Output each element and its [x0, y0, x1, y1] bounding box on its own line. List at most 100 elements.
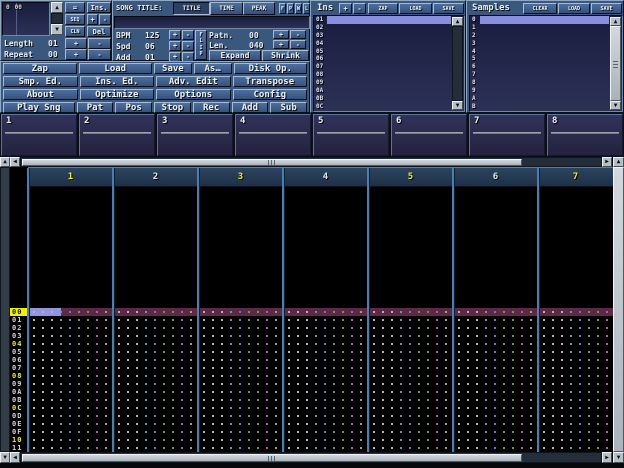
order-position[interactable]: 0	[6, 5, 10, 11]
sample-row-name-cell[interactable]	[480, 55, 609, 63]
sample-row[interactable]: 2	[470, 32, 622, 40]
channel-header-6[interactable]: 6	[453, 167, 538, 187]
length-minus-button[interactable]: -	[88, 38, 111, 49]
shrink-button[interactable]: Shrink	[262, 50, 309, 61]
sample-row[interactable]: 7	[470, 71, 622, 79]
menu-button-optimize[interactable]: Optimize	[80, 89, 155, 100]
menu-button-sub[interactable]: Sub	[270, 102, 307, 113]
sample-row[interactable]: 4	[470, 48, 622, 56]
menu-button-stop[interactable]: Stop	[154, 102, 191, 113]
menu-button-adv-edit[interactable]: Adv. Edit	[156, 76, 231, 87]
menu-button-zap[interactable]: Zap	[3, 63, 77, 74]
instrument-row[interactable]: 07	[314, 63, 464, 71]
menu-button-load[interactable]: Load	[79, 63, 153, 74]
channel-header-7[interactable]: 7	[538, 167, 613, 187]
sample-row-name-cell[interactable]	[480, 79, 609, 87]
instrument-row[interactable]: 03	[314, 32, 464, 40]
samples-scroll-down-icon[interactable]: ▼	[610, 101, 621, 110]
instrument-row-name-cell[interactable]	[327, 55, 451, 63]
spd-minus-button[interactable]: -	[182, 41, 194, 51]
ins-scrollbar-track[interactable]	[452, 26, 463, 101]
length-plus-button[interactable]: +	[65, 38, 87, 49]
instrument-row-name-cell[interactable]	[327, 103, 451, 111]
instrument-row[interactable]: 0B	[314, 95, 464, 103]
sample-row-name-cell[interactable]	[480, 48, 609, 56]
menu-button-pat[interactable]: Pat	[77, 102, 114, 113]
order-scrollbar-track[interactable]	[51, 13, 63, 24]
expand-button[interactable]: Expand	[209, 50, 261, 61]
channel-header-4[interactable]: 4	[283, 167, 368, 187]
sample-row[interactable]: 9	[470, 87, 622, 95]
instrument-row[interactable]: 02	[314, 24, 464, 32]
instrument-slot-4[interactable]: 4	[235, 114, 311, 156]
instrument-slot-6[interactable]: 6	[391, 114, 467, 156]
order-list[interactable]: 0 00	[2, 2, 50, 36]
instrument-row-name-cell[interactable]	[327, 71, 451, 79]
len-plus-button[interactable]: +	[273, 40, 289, 49]
instrument-row[interactable]: 09	[314, 79, 464, 87]
instrument-row-name-cell[interactable]	[327, 32, 451, 40]
ins-scroll-down-icon[interactable]: ▼	[452, 101, 463, 110]
sample-row-name-cell[interactable]	[480, 16, 609, 24]
ins-minus-button[interactable]: -	[353, 3, 366, 14]
order-pattern[interactable]: 00	[15, 5, 22, 11]
channel-header-1[interactable]: 1	[28, 167, 113, 187]
menu-button-as[interactable]: As…	[194, 63, 232, 74]
instrument-slot-2[interactable]: 2	[79, 114, 155, 156]
sample-row-name-cell[interactable]	[480, 103, 609, 111]
menu-button-pos[interactable]: Pos	[115, 102, 152, 113]
instrument-slot-8[interactable]: 8	[547, 114, 623, 156]
sample-row[interactable]: 6	[470, 63, 622, 71]
slots-scroll-left-icon[interactable]: ◀	[10, 157, 20, 167]
instrument-row-name-cell[interactable]	[327, 87, 451, 95]
slots-scrollbar-thumb[interactable]	[22, 159, 522, 166]
pattern-hscrollbar-track[interactable]	[20, 452, 602, 463]
tab-title[interactable]: TITLE	[173, 2, 210, 15]
pattern-scroll-up-icon[interactable]: ▲	[0, 157, 10, 167]
patn-minus-button[interactable]: -	[290, 30, 306, 39]
instrument-row[interactable]: 05	[314, 48, 464, 56]
spd-plus-button[interactable]: +	[169, 41, 181, 51]
order-insert-button[interactable]: Ins.	[87, 2, 111, 13]
tab-peak[interactable]: PEAK	[243, 2, 275, 15]
menu-button-options[interactable]: Options	[156, 89, 231, 100]
menu-button-play-sng[interactable]: Play Sng	[3, 102, 75, 113]
sample-row-name-cell[interactable]	[480, 71, 609, 79]
sample-row-name-cell[interactable]	[480, 95, 609, 103]
sample-row[interactable]: A	[470, 95, 622, 103]
order-seq-button[interactable]: SEQ	[65, 14, 85, 25]
menu-button-save[interactable]: Save	[154, 63, 192, 74]
sample-row[interactable]: 8	[470, 79, 622, 87]
sample-list[interactable]: ▲ ▼ 0123456789AB	[469, 15, 623, 112]
instrument-row-name-cell[interactable]	[327, 63, 451, 71]
instrument-row[interactable]: 04	[314, 40, 464, 48]
samples-scrollbar-thumb[interactable]	[610, 26, 621, 101]
mini-button-w[interactable]: W	[295, 3, 302, 14]
ins-save-button[interactable]: SAVE	[433, 3, 464, 14]
order-scroll-up-icon[interactable]: ▲	[51, 2, 63, 13]
channel-header-5[interactable]: 5	[368, 167, 453, 187]
ins-zap-button[interactable]: ZAP	[368, 3, 398, 14]
samples-clear-button[interactable]: CLEAR	[523, 3, 557, 14]
pattern-scroll-right-icon[interactable]: ▶	[602, 452, 612, 463]
instrument-slot-3[interactable]: 3	[157, 114, 233, 156]
mini-button-f[interactable]: F	[279, 3, 286, 14]
pattern-hscrollbar-thumb[interactable]	[22, 454, 522, 462]
instrument-slot-5[interactable]: 5	[313, 114, 389, 156]
mini-button-l[interactable]: L	[303, 3, 310, 14]
menu-button-add[interactable]: Add	[232, 102, 269, 113]
channel-header-2[interactable]: 2	[113, 167, 198, 187]
instrument-row-name-cell[interactable]	[327, 16, 451, 24]
order-plus-button[interactable]: +	[87, 14, 98, 25]
instrument-row[interactable]: 06	[314, 55, 464, 63]
right-scroll-up-icon[interactable]: ▲	[613, 157, 624, 167]
sample-row-name-cell[interactable]	[480, 24, 609, 32]
patn-plus-button[interactable]: +	[273, 30, 289, 39]
ins-plus-button[interactable]: +	[339, 3, 352, 14]
instrument-row[interactable]: 0C	[314, 103, 464, 111]
sample-row[interactable]: 5	[470, 55, 622, 63]
instrument-slot-1[interactable]: 1	[1, 114, 77, 156]
instrument-row[interactable]: 08	[314, 71, 464, 79]
right-scroll-down-icon[interactable]: ▼	[613, 452, 624, 463]
repeat-minus-button[interactable]: -	[88, 49, 111, 60]
